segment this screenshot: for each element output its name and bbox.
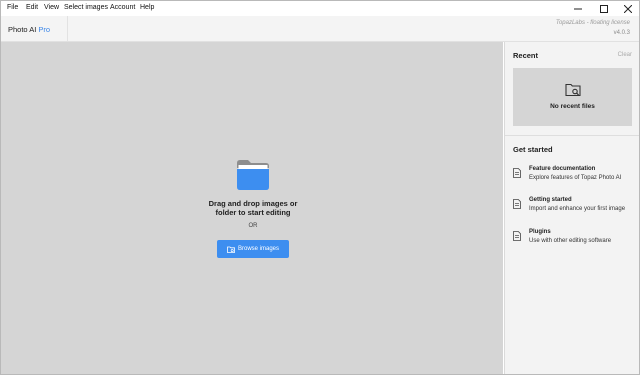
folder-icon: [237, 160, 269, 190]
drop-zone[interactable]: Drag and drop images or folder to start …: [1, 42, 503, 374]
drop-instructions-line1: Drag and drop images or: [208, 199, 298, 208]
menu-file[interactable]: File: [7, 3, 18, 12]
sidebar-divider: [505, 135, 639, 136]
browse-images-label: Browse images: [237, 246, 279, 252]
link-subtitle: Use with other editing software: [529, 238, 612, 244]
or-separator: OR: [248, 223, 258, 229]
app-title: Photo AI Pro: [8, 25, 50, 34]
link-title: Getting started: [529, 197, 572, 203]
app-header: Photo AI Pro TopazLabs - floating license…: [1, 16, 639, 42]
app-name: Photo AI: [8, 25, 37, 34]
menu-help[interactable]: Help: [140, 3, 154, 12]
link-plugins[interactable]: Plugins Use with other editing software: [513, 229, 638, 251]
document-icon: [513, 168, 521, 178]
sidebar: Recent Clear No recent files Get started…: [504, 42, 639, 374]
link-title: Feature documentation: [529, 166, 596, 172]
document-icon: [513, 231, 521, 241]
link-subtitle: Import and enhance your first image: [529, 206, 626, 212]
minimize-button[interactable]: [567, 2, 589, 15]
header-divider: [67, 16, 68, 41]
recent-title: Recent: [513, 51, 539, 60]
image-folder-icon: [227, 246, 235, 253]
get-started-title: Get started: [513, 145, 553, 154]
link-title: Plugins: [529, 229, 551, 235]
menu-account[interactable]: Account: [110, 3, 135, 12]
maximize-button[interactable]: [593, 2, 615, 15]
maximize-icon: [600, 4, 608, 13]
folder-search-icon: [565, 83, 581, 97]
close-button[interactable]: [617, 2, 639, 15]
minimize-icon: [574, 8, 582, 9]
app-window: File Edit View Select images Account Hel…: [0, 0, 640, 375]
document-icon: [513, 199, 521, 209]
menu-select-images[interactable]: Select images: [64, 3, 108, 12]
drop-instructions-line2: folder to start editing: [215, 208, 291, 217]
menu-edit[interactable]: Edit: [26, 3, 38, 12]
close-icon: [624, 4, 632, 13]
drop-instructions: Drag and drop images or folder to start …: [191, 199, 315, 217]
version-label: v4.0.3: [613, 30, 630, 36]
link-subtitle: Explore features of Topaz Photo AI: [529, 175, 622, 181]
license-label: TopazLabs - floating license: [555, 20, 630, 26]
menu-view[interactable]: View: [44, 3, 59, 12]
no-recent-files-text: No recent files: [550, 103, 595, 110]
clear-recent-button[interactable]: Clear: [618, 52, 632, 58]
link-getting-started[interactable]: Getting started Import and enhance your …: [513, 197, 638, 219]
recent-files-panel: No recent files: [513, 68, 632, 126]
menu-bar: File Edit View Select images Account Hel…: [1, 1, 639, 16]
app-edition-badge: Pro: [38, 25, 51, 34]
browse-images-button[interactable]: Browse images: [217, 240, 289, 258]
link-feature-documentation[interactable]: Feature documentation Explore features o…: [513, 166, 638, 188]
